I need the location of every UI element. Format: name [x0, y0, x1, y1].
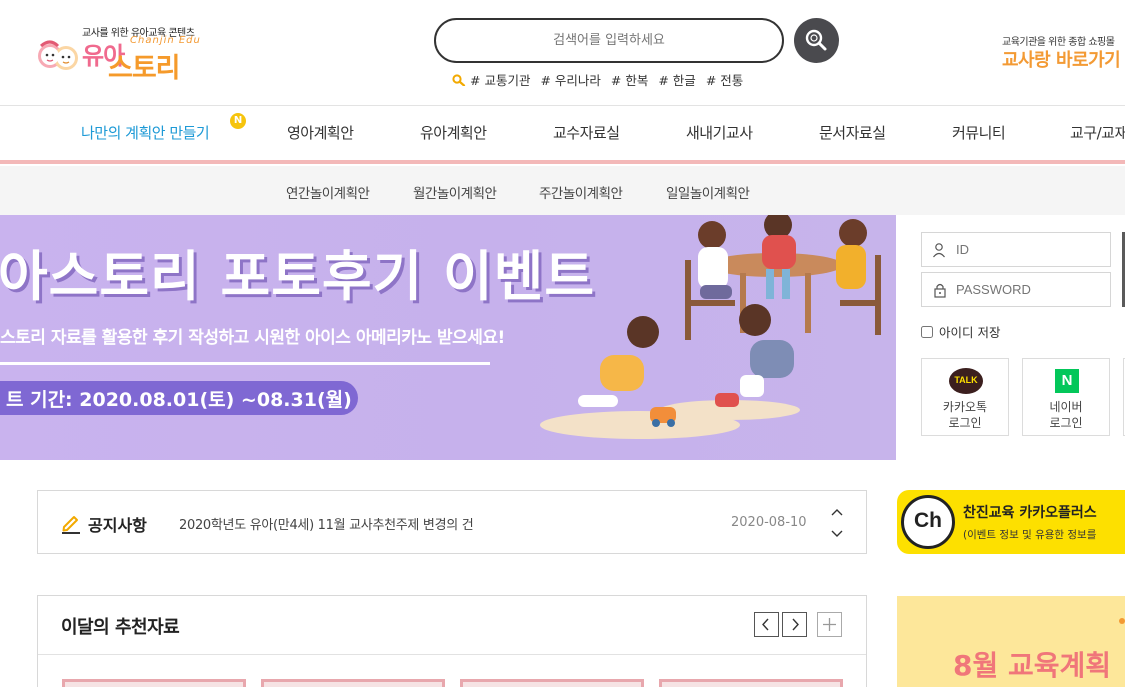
shop-link[interactable]: 교사랑 바로가기: [1002, 46, 1121, 72]
recommended-thumbnail[interactable]: [62, 679, 246, 687]
kakao-login-label: 카카오톡로그인: [922, 399, 1008, 431]
search-box: [434, 18, 784, 63]
new-badge: N: [230, 113, 246, 129]
nav-teaching-tools[interactable]: 교구/교재: [1070, 122, 1125, 143]
search-icon: [805, 29, 827, 51]
logo-name-part2[interactable]: 스토리: [108, 46, 181, 85]
logo-faces-icon[interactable]: [36, 34, 82, 76]
next-button[interactable]: [782, 612, 807, 637]
logo-english: Chanjin Edu: [130, 35, 201, 46]
recommended-thumbnail[interactable]: [460, 679, 644, 687]
header-divider: [0, 105, 1125, 106]
kakao-label-line1: 카카오톡: [942, 400, 988, 414]
prev-button[interactable]: [754, 612, 779, 637]
lock-icon: [934, 283, 946, 298]
nav-new-teacher[interactable]: 새내기교사: [686, 122, 753, 143]
plus-icon: [823, 618, 836, 631]
naver-icon: N: [1055, 369, 1079, 393]
monthly-plan-title: 8월 교육계획: [953, 649, 1112, 682]
notice-title: 공지사항: [88, 516, 147, 535]
chevron-down-icon[interactable]: [830, 529, 844, 539]
id-input[interactable]: [956, 233, 1106, 266]
banner-title: 아스토리 포토후기 이벤트: [0, 245, 596, 308]
pencil-icon: [62, 516, 80, 534]
kakao-plus-subtitle: (이벤트 정보 및 유용한 정보를: [963, 529, 1097, 541]
nav-teaching-materials[interactable]: 교수자료실: [553, 122, 620, 143]
naver-label-line2: 로그인: [1049, 416, 1083, 430]
search-input[interactable]: [436, 20, 782, 61]
notice-date: 2020-08-10: [731, 515, 807, 530]
id-field: [921, 232, 1111, 267]
save-id-option[interactable]: 아이디 저장: [921, 322, 1000, 341]
search-tag[interactable]: # 한복: [611, 73, 648, 88]
monthly-plan-banner[interactable]: 8월 교육계획: [897, 596, 1125, 687]
nav-documents[interactable]: 문서자료실: [819, 122, 886, 143]
kakao-talk-icon: TALK: [949, 368, 983, 394]
kakao-plus-banner[interactable]: Ch 찬진교육 카카오플러스 (이벤트 정보 및 유용한 정보를: [897, 490, 1125, 554]
channel-logo-text: Ch: [914, 509, 942, 532]
save-id-checkbox[interactable]: [921, 326, 933, 338]
banner-period-badge: 트 기간: 2020.08.01(토) ~08.31(월): [0, 381, 358, 415]
chevron-left-icon: [762, 618, 769, 631]
nav-infant-plan[interactable]: 영아계획안: [287, 122, 354, 143]
sub-nav-weekly[interactable]: 주간놀이계획안: [539, 182, 623, 202]
kakao-channel-icon: Ch: [901, 495, 955, 549]
search-tags: # 교통기관 # 우리나라 # 한복 # 한글 # 전통: [452, 70, 753, 89]
nav-community[interactable]: 커뮤니티: [952, 122, 1006, 143]
sub-nav-monthly[interactable]: 월간놀이계획안: [413, 182, 497, 202]
search-tag[interactable]: # 전통: [706, 73, 743, 88]
banner-period: 트 기간: 2020.08.01(토) ~08.31(월): [6, 389, 352, 411]
search-tag[interactable]: # 우리나라: [540, 73, 600, 88]
recommended-thumbnail[interactable]: [659, 679, 843, 687]
password-field: [921, 272, 1111, 307]
recommended-thumbnail[interactable]: [261, 679, 445, 687]
nav-my-plan[interactable]: 나만의 계획안 만들기: [81, 122, 210, 143]
nav-child-plan[interactable]: 유아계획안: [420, 122, 487, 143]
more-button[interactable]: [817, 612, 842, 637]
naver-label-line1: 네이버: [1049, 400, 1083, 414]
recommended-divider: [38, 654, 866, 655]
kakao-label-line2: 로그인: [948, 416, 982, 430]
save-id-label: 아이디 저장: [939, 325, 1001, 340]
dot-decoration: [1119, 618, 1125, 624]
kakao-plus-title: 찬진교육 카카오플러스: [963, 505, 1097, 521]
recommended-section: [37, 595, 867, 687]
tag-search-icon: [452, 74, 466, 87]
banner-subtitle: 스토리 자료를 활용한 후기 작성하고 시원한 아이스 아메리카노 받으세요!: [0, 328, 505, 348]
user-icon: [933, 243, 945, 258]
naver-login-label: 네이버로그인: [1023, 399, 1109, 431]
password-input[interactable]: [956, 273, 1106, 306]
nav-underline: [0, 160, 1125, 164]
kakao-login-button[interactable]: TALK 카카오톡로그인: [921, 358, 1009, 436]
banner-divider: [0, 362, 490, 365]
recommended-title: 이달의 추천자료: [61, 617, 180, 638]
naver-badge: N: [1061, 372, 1073, 389]
naver-login-button[interactable]: N 네이버로그인: [1022, 358, 1110, 436]
chevron-up-icon[interactable]: [830, 507, 844, 517]
chevron-right-icon: [792, 618, 799, 631]
sub-nav-daily[interactable]: 일일놀이계획안: [666, 182, 750, 202]
search-tag[interactable]: # 한글: [658, 73, 695, 88]
search-button[interactable]: [794, 18, 839, 63]
kakao-badge: TALK: [954, 375, 978, 385]
notice-link[interactable]: 2020학년도 유아(만4세) 11월 교사추천주제 변경의 건: [179, 514, 474, 533]
sub-nav-yearly[interactable]: 연간놀이계획안: [286, 182, 370, 202]
search-tag[interactable]: # 교통기관: [470, 73, 530, 88]
